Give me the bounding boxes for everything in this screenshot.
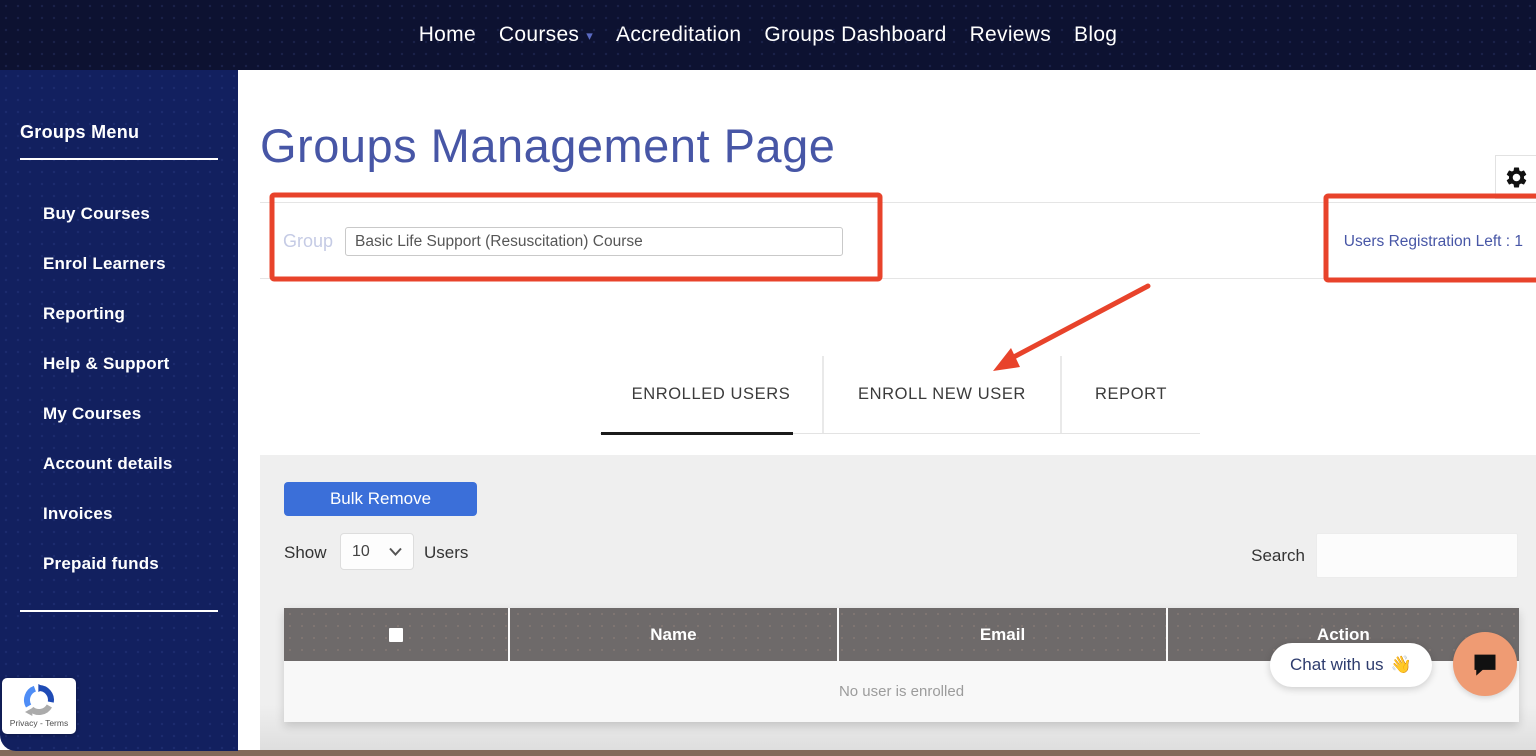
tab-enrolled-users[interactable]: ENROLLED USERS (600, 356, 822, 433)
sidebar-item-prepaid-funds[interactable]: Prepaid funds (43, 554, 159, 574)
sidebar-item-my-courses[interactable]: My Courses (43, 404, 141, 424)
nav-item-courses-label: Courses (499, 23, 579, 47)
select-all-checkbox[interactable] (389, 628, 403, 642)
chevron-down-icon: ▾ (586, 29, 593, 42)
nav-item-reviews[interactable]: Reviews (970, 23, 1051, 47)
recaptcha-privacy-terms: Privacy - Terms (10, 718, 68, 728)
sidebar-divider-top (20, 158, 218, 160)
recaptcha-icon (23, 684, 55, 716)
page-title: Groups Management Page (260, 118, 835, 173)
tab-report-label: REPORT (1095, 385, 1167, 404)
table-header-name: Name (508, 608, 838, 661)
waving-hand-emoji: 👋 (1391, 655, 1412, 675)
tab-enroll-new-user[interactable]: ENROLL NEW USER (822, 356, 1060, 433)
sidebar-item-buy-courses[interactable]: Buy Courses (43, 204, 150, 224)
nav-item-home[interactable]: Home (419, 23, 476, 47)
page-size-select[interactable]: 10 (340, 533, 414, 570)
groups-menu-sidebar: Groups Menu Buy Courses Enrol Learners R… (0, 70, 238, 751)
nav-item-courses[interactable]: Courses ▾ (499, 23, 593, 47)
nav-item-accreditation[interactable]: Accreditation (616, 23, 741, 47)
chat-launcher-button[interactable] (1453, 632, 1517, 696)
sidebar-title: Groups Menu (20, 122, 139, 143)
show-users-suffix: Users (424, 543, 468, 563)
chat-label: Chat with us (1290, 655, 1384, 675)
sidebar-item-help-support[interactable]: Help & Support (43, 354, 170, 374)
empty-message: No user is enrolled (839, 683, 964, 700)
table-header-email: Email (837, 608, 1166, 661)
chevron-down-icon (389, 547, 402, 556)
group-input[interactable] (345, 227, 843, 256)
top-nav: Home Courses ▾ Accreditation Groups Dash… (0, 0, 1536, 70)
tab-bar: ENROLLED USERS ENROLL NEW USER REPORT (600, 356, 1200, 434)
page: Home Courses ▾ Accreditation Groups Dash… (0, 0, 1536, 756)
group-field-label: Group (283, 231, 333, 252)
search-area: Search (1251, 533, 1518, 578)
tab-enroll-new-user-label: ENROLL NEW USER (858, 385, 1026, 404)
search-input[interactable] (1316, 533, 1518, 578)
sidebar-item-invoices[interactable]: Invoices (43, 504, 113, 524)
settings-button[interactable] (1495, 155, 1536, 199)
chat-with-us-bubble[interactable]: Chat with us 👋 (1270, 643, 1432, 687)
tab-report[interactable]: REPORT (1060, 356, 1200, 433)
group-selector-row: Group Users Registration Left : 1 (260, 202, 1536, 279)
sidebar-item-enrol-learners[interactable]: Enrol Learners (43, 254, 166, 274)
active-tab-indicator (601, 432, 793, 435)
table-header-checkbox-cell (284, 608, 508, 661)
page-size-value: 10 (352, 543, 370, 561)
users-registration-left-text: Users Registration Left : 1 (1344, 233, 1523, 251)
tab-enrolled-users-label: ENROLLED USERS (632, 385, 791, 404)
search-label: Search (1251, 546, 1305, 566)
gear-icon (1504, 165, 1529, 190)
show-label: Show (284, 543, 327, 563)
sidebar-divider-bottom (20, 610, 218, 612)
chat-bubble-icon (1471, 650, 1499, 678)
bulk-remove-button[interactable]: Bulk Remove (284, 482, 477, 516)
sidebar-item-reporting[interactable]: Reporting (43, 304, 125, 324)
nav-item-groups-dashboard[interactable]: Groups Dashboard (764, 23, 946, 47)
nav-item-blog[interactable]: Blog (1074, 23, 1117, 47)
recaptcha-badge[interactable]: Privacy - Terms (2, 678, 76, 734)
sidebar-item-account-details[interactable]: Account details (43, 454, 173, 474)
enrolled-users-panel: Bulk Remove Show 10 Users Search Name (260, 455, 1536, 751)
